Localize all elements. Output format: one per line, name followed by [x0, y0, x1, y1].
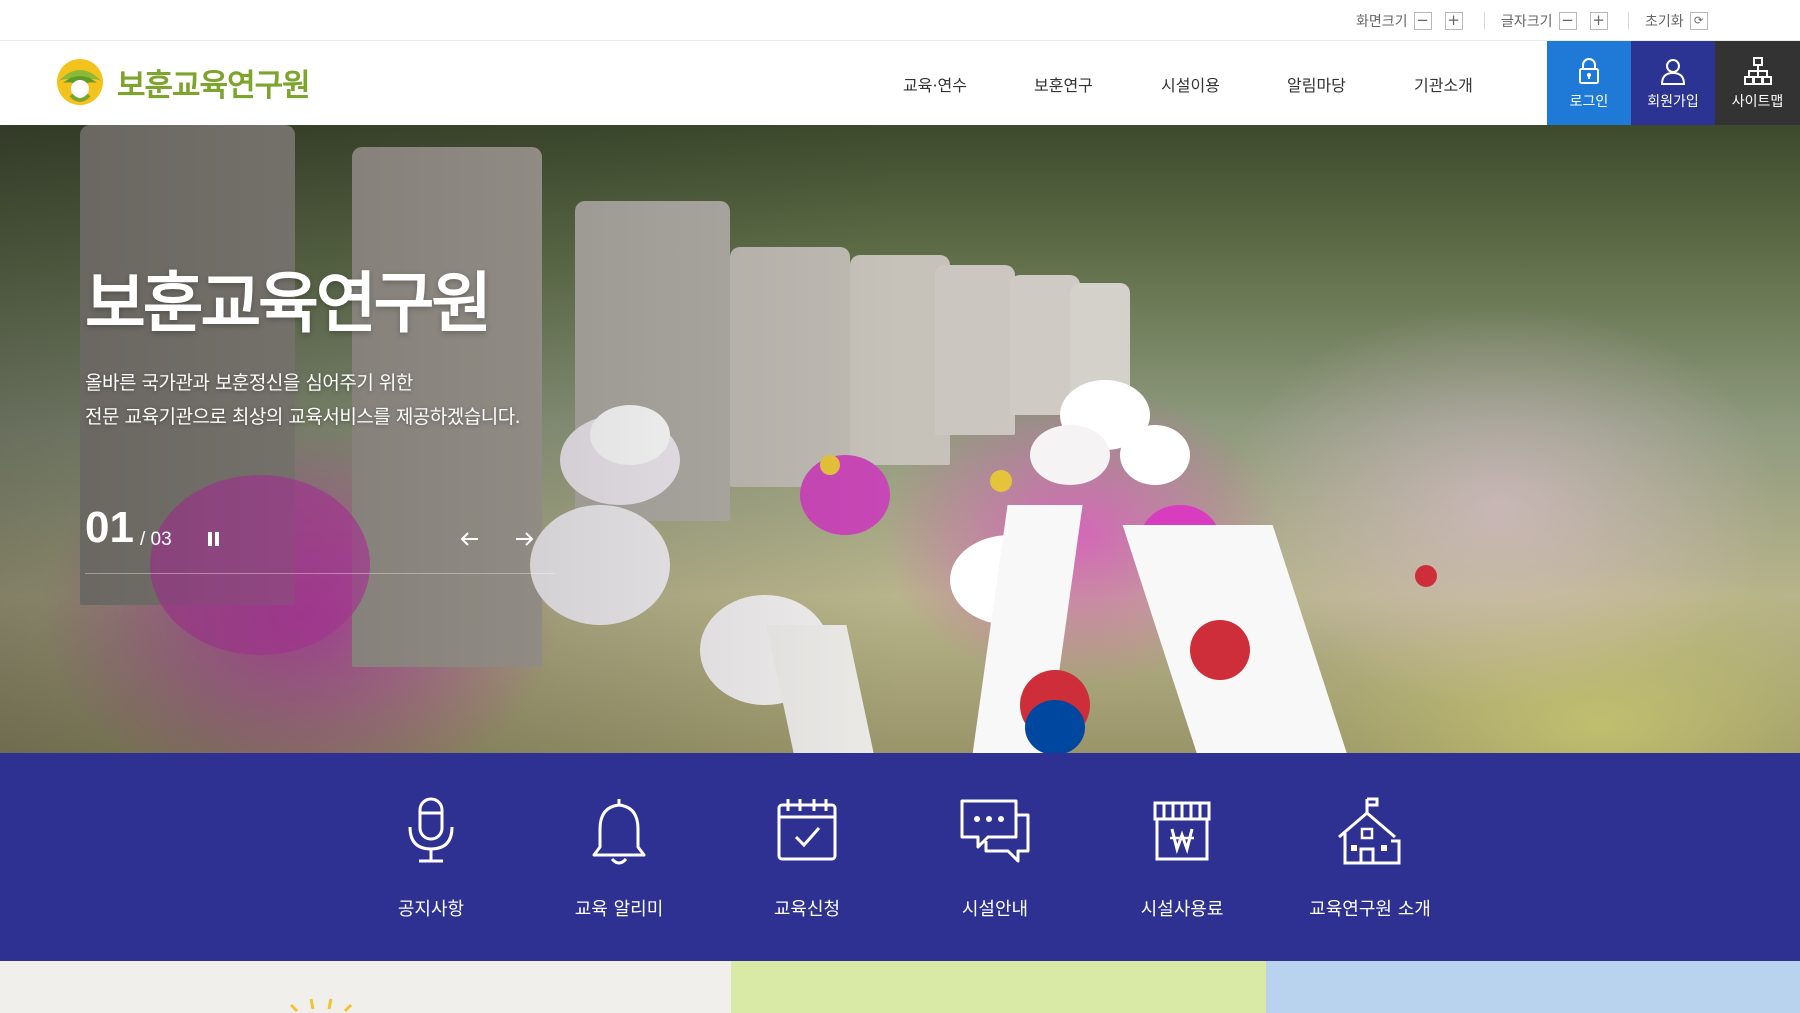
login-label: 로그인	[1569, 93, 1609, 110]
hero-subtitle-line1: 올바른 국가관과 보훈정신을 심어주기 위한	[85, 372, 413, 394]
bottom-banner-2[interactable]	[731, 961, 1266, 1013]
screen-size-label: 화면크기	[1356, 13, 1408, 30]
bell-icon	[592, 799, 646, 865]
hero-subtitle-line2: 전문 교육기관으로 최상의 교육서비스를 제공하겠습니다.	[85, 406, 521, 428]
quick-item-notice[interactable]: 공지사항	[341, 793, 521, 921]
font-size-label: 글자크기	[1501, 13, 1553, 30]
logo-text: 보훈교육연구원	[117, 67, 311, 104]
store-won-icon	[1153, 801, 1211, 861]
sitemap-label: 사이트맵	[1731, 93, 1784, 110]
quick-item-label: 교육연구원 소개	[1309, 899, 1431, 920]
nav-item-notice[interactable]: 알림마당	[1287, 72, 1346, 96]
nav-item-facilities[interactable]: 시설이용	[1161, 72, 1220, 96]
quick-item-label: 공지사항	[397, 899, 465, 920]
reset-control[interactable]: 초기화 ⟳	[1645, 0, 1721, 41]
nav-item-education[interactable]: 교육·연수	[903, 72, 967, 96]
quick-menu: 공지사항 교육 알리미 교육신청 시설안내 시설사용료 교육연구원 소개	[0, 753, 1800, 961]
login-button[interactable]: 로그인	[1547, 41, 1631, 125]
quick-item-label: 교육신청	[773, 899, 841, 920]
sun-rays-icon	[289, 998, 353, 1013]
quick-item-label: 교육 알리미	[574, 899, 664, 920]
nav-item-research[interactable]: 보훈연구	[1034, 72, 1093, 96]
hero-slider: 보훈교육연구원 올바른 국가관과 보훈정신을 심어주기 위한 전문 교육기관으로…	[0, 125, 1800, 753]
hero-overlay	[0, 125, 900, 753]
slide-current-number: 01	[85, 503, 134, 552]
bottom-banner-1[interactable]	[0, 961, 731, 1013]
sitemap-button[interactable]: 사이트맵	[1715, 41, 1800, 125]
nav-item-about[interactable]: 기관소개	[1414, 72, 1473, 96]
screen-size-plus-button[interactable]: +	[1444, 11, 1463, 30]
util-divider	[1484, 12, 1485, 29]
bottom-banner-3[interactable]	[1266, 961, 1800, 1013]
calendar-check-icon	[777, 799, 837, 861]
chat-bubbles-icon	[960, 799, 1030, 863]
reset-label[interactable]: 초기화	[1645, 11, 1684, 31]
reset-icon[interactable]: ⟳	[1689, 11, 1708, 30]
utility-bar: 화면크기 − + 글자크기 − + 초기화 ⟳	[0, 0, 1800, 41]
quick-item-label: 시설사용료	[1140, 899, 1224, 920]
util-divider	[1628, 12, 1629, 29]
slide-total-number: / 03	[140, 529, 172, 550]
quick-item-facility-guide[interactable]: 시설안내	[905, 793, 1085, 921]
hero-title: 보훈교육연구원	[85, 265, 492, 342]
quick-item-education-apply[interactable]: 교육신청	[717, 793, 897, 921]
microphone-icon	[408, 797, 454, 863]
font-size-minus-button[interactable]: −	[1558, 11, 1577, 30]
site-header: 보훈교육연구원 교육·연수 보훈연구 시설이용 알림마당 기관소개 로그인 회원…	[0, 41, 1800, 125]
screen-size-minus-button[interactable]: −	[1413, 11, 1432, 30]
font-size-plus-button[interactable]: +	[1589, 11, 1608, 30]
slide-progress-line	[85, 573, 555, 574]
site-logo[interactable]: 보훈교육연구원	[55, 57, 311, 107]
signup-label: 회원가입	[1647, 93, 1699, 110]
logo-emblem-icon	[57, 59, 103, 105]
user-icon	[1660, 58, 1686, 85]
signup-button[interactable]: 회원가입	[1631, 41, 1715, 125]
quick-item-label: 시설안내	[961, 899, 1029, 920]
screen-size-control: 화면크기 − +	[1356, 0, 1476, 41]
quick-item-education-alert[interactable]: 교육 알리미	[529, 793, 709, 921]
quick-item-facility-fee[interactable]: 시설사용료	[1092, 793, 1272, 921]
arrow-left-icon[interactable]	[457, 526, 483, 552]
arrow-right-icon[interactable]	[511, 526, 537, 552]
pause-icon[interactable]	[208, 532, 222, 548]
font-size-control: 글자크기 − +	[1501, 0, 1621, 41]
lock-icon	[1579, 57, 1599, 84]
sitemap-icon	[1743, 56, 1772, 85]
school-building-icon	[1338, 797, 1401, 865]
quick-item-institute-intro[interactable]: 교육연구원 소개	[1280, 793, 1460, 921]
